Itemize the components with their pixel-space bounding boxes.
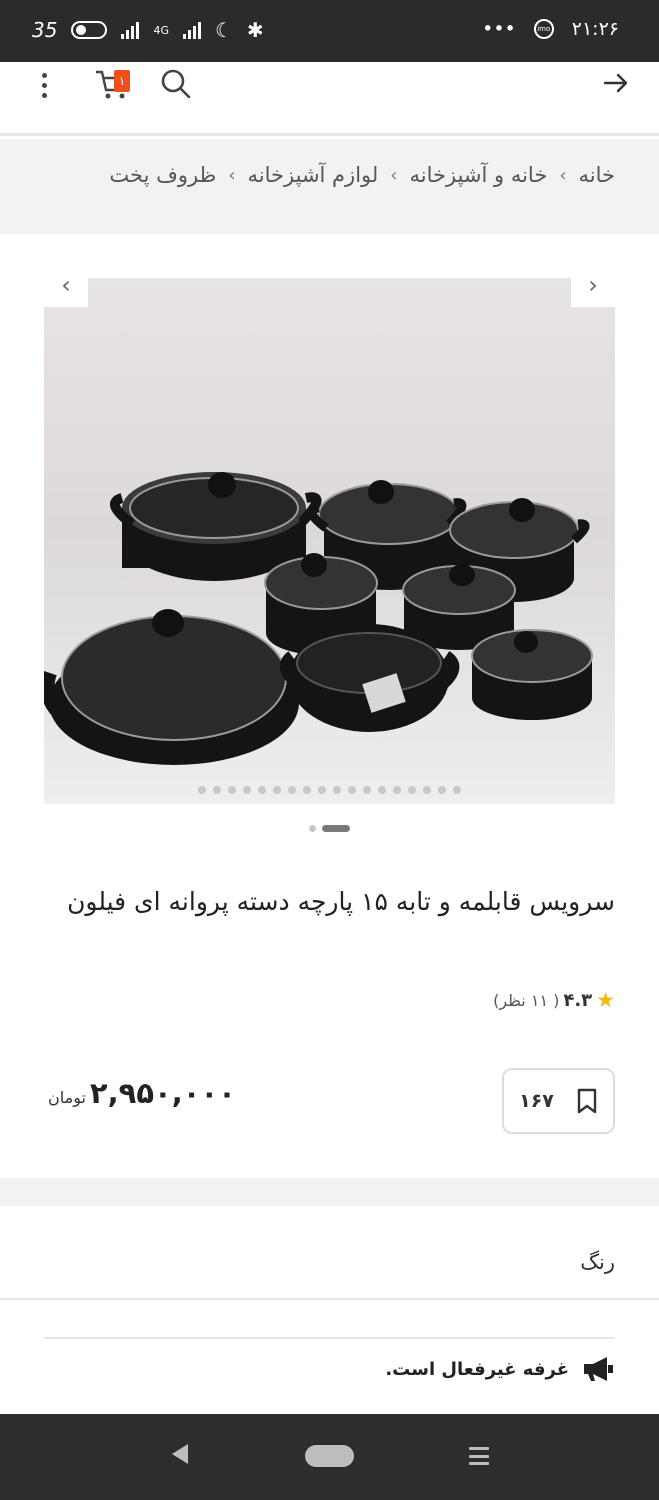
chevron-left-icon: ‹: [228, 164, 236, 186]
color-section-label: رنگ: [580, 1250, 615, 1274]
imo-icon: imo: [533, 19, 554, 39]
bookmark-button[interactable]: ۱۶۷: [502, 1068, 615, 1134]
signal-icon: [121, 21, 140, 39]
more-options-button[interactable]: [36, 68, 52, 102]
thumb-dot[interactable]: [423, 786, 431, 794]
notice-text: غرفه غیرفعال است.: [385, 1358, 569, 1380]
price-amount: ۲,۹۵۰,۰۰۰: [89, 1076, 236, 1110]
breadcrumb-item-cookware[interactable]: ظروف پخت: [109, 163, 216, 187]
thumb-dot[interactable]: [363, 786, 371, 794]
bluetooth-icon: ✱: [246, 18, 264, 42]
status-left: 35 4G ☾ ✱: [32, 18, 264, 42]
page-dot[interactable]: [309, 825, 316, 832]
image-thumb-dots: [44, 786, 615, 794]
thumb-dot[interactable]: [243, 786, 251, 794]
status-bar: 35 4G ☾ ✱ ••• imo ۲۱:۲۶: [0, 0, 659, 62]
back-button[interactable]: [601, 68, 631, 106]
gallery-prev-button[interactable]: ‹: [44, 263, 88, 307]
breadcrumb-item-home-kitchen[interactable]: خانه و آشپزخانه: [410, 163, 548, 187]
gallery-next-button[interactable]: ›: [571, 263, 615, 307]
system-nav-bar: [0, 1414, 659, 1500]
thumb-dot[interactable]: [288, 786, 296, 794]
megaphone-icon: [584, 1357, 613, 1381]
arrow-right-icon: [603, 73, 628, 93]
product-image[interactable]: [44, 278, 615, 804]
thumb-dot[interactable]: [213, 786, 221, 794]
nav-back-icon[interactable]: [172, 1444, 188, 1464]
search-button[interactable]: [158, 66, 194, 102]
bookmark-count: ۱۶۷: [519, 1090, 554, 1112]
gallery-pagination: [0, 825, 659, 832]
thumb-dot[interactable]: [348, 786, 356, 794]
rating-count: ( ۱۱ نظر): [493, 990, 560, 1010]
status-time: ۲۱:۲۶: [571, 18, 619, 40]
cart-badge: ۱: [114, 70, 130, 92]
product-title: سرویس قابلمه و تابه ۱۵ پارچه دسته پروانه…: [67, 887, 615, 916]
dot-icon: [41, 72, 47, 78]
thumb-dot[interactable]: [318, 786, 326, 794]
chevron-left-icon: ‹: [390, 164, 398, 186]
chevron-left-icon: ‹: [559, 164, 567, 186]
section-divider: [0, 1178, 659, 1206]
network-label: 4G: [153, 23, 169, 37]
product-price: تومان ۲,۹۵۰,۰۰۰: [48, 1076, 236, 1110]
thumb-dot[interactable]: [333, 786, 341, 794]
cookware-illustration: [44, 472, 593, 765]
page-dot-active[interactable]: [322, 825, 350, 832]
star-icon: ★: [596, 988, 615, 1012]
thumb-dot[interactable]: [408, 786, 416, 794]
thumb-dot[interactable]: [393, 786, 401, 794]
thumb-dot[interactable]: [228, 786, 236, 794]
search-icon: [161, 69, 191, 99]
moon-icon: ☾: [214, 18, 233, 42]
breadcrumb-bar: خانه ‹ خانه و آشپزخانه ‹ لوازم آشپزخانه …: [0, 139, 659, 234]
dot-icon: [41, 92, 47, 98]
breadcrumb-item-kitchenware[interactable]: لوازم آشپزخانه: [248, 163, 379, 187]
thumb-dot[interactable]: [303, 786, 311, 794]
breadcrumb: خانه ‹ خانه و آشپزخانه ‹ لوازم آشپزخانه …: [109, 163, 615, 187]
pot-front-right: [471, 629, 593, 720]
toggle-icon: [71, 21, 108, 39]
app-header: ۱: [0, 62, 659, 136]
more-notifications-icon: •••: [482, 18, 516, 40]
breadcrumb-fade: [0, 139, 60, 234]
nav-recents-icon[interactable]: [469, 1447, 489, 1465]
thumb-dot[interactable]: [378, 786, 386, 794]
breadcrumb-item-home[interactable]: خانه: [579, 163, 615, 187]
thumb-dot[interactable]: [258, 786, 266, 794]
thumb-dot[interactable]: [453, 786, 461, 794]
product-rating[interactable]: ★ ۴.۳ ( ۱۱ نظر): [493, 988, 615, 1012]
signal-icon-2: [182, 21, 201, 39]
cart-button[interactable]: ۱: [94, 66, 134, 102]
thumb-dot[interactable]: [438, 786, 446, 794]
price-currency: تومان: [48, 1088, 86, 1107]
status-speed: 35: [32, 18, 58, 42]
bookmark-icon: [577, 1088, 597, 1114]
nav-home-icon[interactable]: [305, 1445, 354, 1467]
divider-line: [0, 1298, 659, 1300]
divider-line: [44, 1337, 615, 1339]
dot-icon: [41, 82, 47, 88]
frying-pan: [44, 609, 299, 765]
status-right: ••• imo ۲۱:۲۶: [482, 18, 619, 40]
thumb-dot[interactable]: [273, 786, 281, 794]
rating-score: ۴.۳: [563, 989, 593, 1011]
thumb-dot[interactable]: [198, 786, 206, 794]
store-inactive-notice: غرفه غیرفعال است.: [385, 1356, 615, 1382]
